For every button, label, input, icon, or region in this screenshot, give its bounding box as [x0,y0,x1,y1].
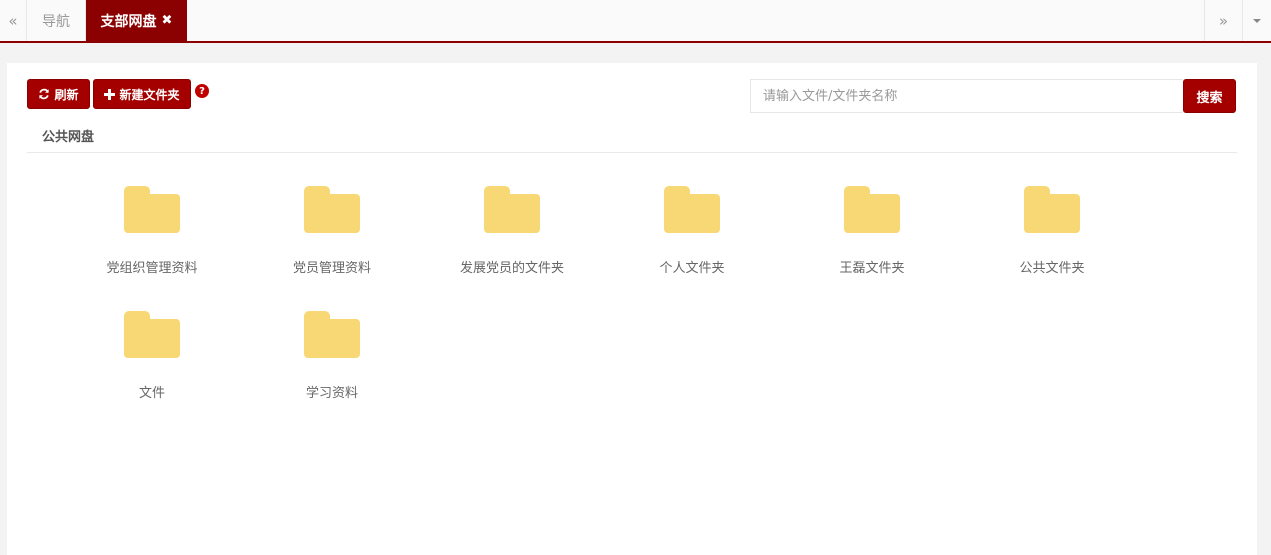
double-chevron-right-icon: » [1218,11,1229,30]
tab-label: 导航 [42,13,70,30]
folder-name: 发展党员的文件夹 [459,261,564,276]
folder-name: 党员管理资料 [292,261,371,276]
double-chevron-left-icon: « [8,11,18,30]
folder-name: 公共文件夹 [1019,261,1085,276]
folder-name: 学习资料 [305,386,358,401]
refresh-button[interactable]: 刷新 [27,79,90,109]
new-folder-button[interactable]: 新建文件夹 [93,79,191,109]
folder-icon [304,186,360,233]
folder-icon [1024,186,1080,233]
new-folder-label: 新建文件夹 [119,87,180,102]
tab-navigation[interactable]: 导航 [27,0,86,41]
section-title: 公共网盘 [42,130,95,145]
tab-scroll-right-button[interactable]: » [1204,0,1242,41]
folder-item[interactable]: 王磊文件夹 [792,186,952,296]
folder-item[interactable]: 发展党员的文件夹 [432,186,592,296]
folder-item[interactable]: 公共文件夹 [972,186,1132,296]
folder-item[interactable]: 党组织管理资料 [72,186,232,296]
tab-bar: « 导航 支部网盘 ✖ » [0,0,1271,43]
folder-item[interactable]: 文件 [72,311,232,421]
search-label: 搜索 [1196,90,1223,106]
folder-name: 个人文件夹 [659,261,725,276]
refresh-icon [39,88,50,100]
tab-menu-dropdown[interactable] [1242,0,1271,41]
search-button[interactable]: 搜索 [1183,79,1236,113]
folder-name: 王磊文件夹 [839,261,905,276]
netdisk-panel: 刷新 新建文件夹 ? 搜索 公共网盘 党组织管理资料 党员管理资料 发展党员的文… [7,63,1257,555]
folder-item[interactable]: 个人文件夹 [612,186,772,296]
folder-icon [844,186,900,233]
divider [27,152,1237,153]
folder-name: 文件 [138,386,165,401]
folder-item[interactable]: 党员管理资料 [252,186,412,296]
question-circle-icon[interactable]: ? [195,84,209,98]
close-icon[interactable]: ✖ [162,13,173,28]
plus-icon [104,88,116,100]
tab-branch-netdisk[interactable]: 支部网盘 ✖ [86,0,187,41]
folder-icon [484,186,540,233]
search-input[interactable] [750,79,1183,113]
refresh-label: 刷新 [54,87,79,102]
caret-down-icon [1253,18,1261,23]
folder-item[interactable]: 学习资料 [252,311,412,421]
folder-name: 党组织管理资料 [106,261,198,276]
folder-icon [124,186,180,233]
folder-icon [664,186,720,233]
tab-label: 支部网盘 [100,13,157,30]
tab-scroll-left-button[interactable]: « [0,0,27,41]
folder-icon [124,311,180,358]
folder-icon [304,311,360,358]
